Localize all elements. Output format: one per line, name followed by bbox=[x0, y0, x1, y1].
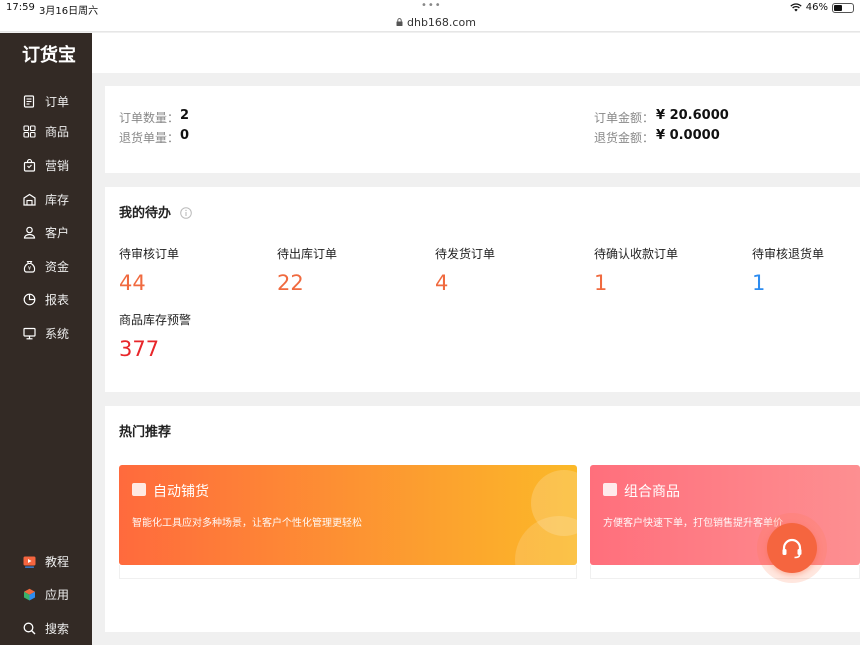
sidebar-item-reports[interactable]: 报表 bbox=[0, 285, 92, 313]
video-icon bbox=[22, 554, 36, 568]
todo-value: 1 bbox=[752, 271, 766, 295]
bag-icon bbox=[22, 158, 36, 172]
promo-desc: 方便客户快速下单，打包销售提升客单价 bbox=[603, 518, 783, 529]
more-dots-icon[interactable]: ••• bbox=[421, 0, 442, 11]
todo-value: 377 bbox=[119, 337, 160, 361]
store-icon bbox=[132, 483, 146, 496]
todo-label: 商品库存预警 bbox=[119, 313, 192, 327]
summary-card: 订单数量： 2 退货单量： 0 订单金额： ¥ 20.6000 退货金额： ¥ … bbox=[105, 86, 860, 173]
sidebar-item-customer[interactable]: 客户 bbox=[0, 218, 92, 246]
order-count-label: 订单数量： bbox=[119, 111, 180, 125]
promo-card-auto-distribution[interactable]: 自动铺货 智能化工具应对多种场景，让客户个性化管理更轻松 bbox=[119, 465, 577, 565]
todo-value: 44 bbox=[119, 271, 146, 295]
todo-label: 待确认收款订单 bbox=[594, 247, 679, 261]
headset-icon bbox=[767, 523, 817, 573]
todo-label: 待审核订单 bbox=[119, 247, 180, 261]
todo-value: 22 bbox=[277, 271, 304, 295]
promo-card-footer bbox=[119, 565, 577, 579]
sidebar-item-label: 搜索 bbox=[45, 621, 70, 636]
sidebar-item-label: 订单 bbox=[45, 94, 70, 109]
battery-icon bbox=[832, 2, 854, 13]
customer-support-button[interactable] bbox=[757, 513, 827, 583]
todo-label: 待出库订单 bbox=[277, 247, 338, 261]
battery-percent: 46% bbox=[805, 2, 828, 13]
sidebar-item-goods[interactable]: 商品 bbox=[0, 117, 92, 145]
sidebar-item-label: 教程 bbox=[45, 554, 70, 569]
order-icon bbox=[22, 94, 36, 108]
sidebar-item-search[interactable]: 搜索 bbox=[0, 614, 92, 642]
sidebar-item-label: 营销 bbox=[45, 158, 70, 173]
todo-label: 待发货订单 bbox=[435, 247, 496, 261]
sidebar-item-label: 商品 bbox=[45, 124, 70, 139]
lock-icon bbox=[396, 18, 403, 26]
status-bar: 17:59 3月16日周六 ••• dhb168.com 46% bbox=[0, 0, 860, 32]
promo-title: 自动铺货 bbox=[153, 484, 209, 500]
sidebar-item-label: 客户 bbox=[45, 225, 70, 240]
info-icon[interactable] bbox=[180, 204, 192, 223]
sidebar-item-label: 报表 bbox=[45, 292, 70, 307]
cube-icon bbox=[22, 587, 36, 601]
pie-chart-icon bbox=[22, 292, 36, 306]
order-amount-label: 订单金额： bbox=[594, 111, 655, 125]
search-icon bbox=[22, 621, 36, 635]
return-amount-value: ¥ 0.0000 bbox=[656, 128, 720, 143]
promo-title: 组合商品 bbox=[624, 484, 680, 500]
status-time: 17:59 bbox=[6, 2, 35, 13]
hot-card: 热门推荐 自动铺货 智能化工具应对多种场景，让客户个性化管理更轻松 组合商品 方… bbox=[105, 406, 860, 632]
warehouse-icon bbox=[22, 192, 36, 206]
bundle-icon bbox=[603, 483, 617, 496]
address-bar[interactable]: dhb168.com bbox=[396, 16, 476, 29]
todo-title: 我的待办 bbox=[119, 206, 172, 221]
sidebar: 订货宝 订单 商品 营销 库存 客户 ¥ 资金 报表 系统 教程 应用 搜索 bbox=[0, 33, 92, 645]
battery-level bbox=[834, 4, 843, 11]
return-count-value: 0 bbox=[180, 128, 190, 143]
return-count-label: 退货单量： bbox=[119, 131, 180, 145]
sidebar-item-marketing[interactable]: 营销 bbox=[0, 151, 92, 179]
promo-desc: 智能化工具应对多种场景，让客户个性化管理更轻松 bbox=[132, 518, 362, 529]
sidebar-item-inventory[interactable]: 库存 bbox=[0, 185, 92, 213]
status-date: 3月16日周六 bbox=[39, 6, 99, 17]
sidebar-item-label: 库存 bbox=[45, 192, 70, 207]
sidebar-item-label: 资金 bbox=[45, 259, 70, 274]
svg-text:¥: ¥ bbox=[27, 266, 30, 272]
return-amount-label: 退货金额： bbox=[594, 131, 655, 145]
app-logo[interactable]: 订货宝 bbox=[22, 41, 76, 67]
sidebar-item-label: 应用 bbox=[45, 587, 70, 602]
url-text: dhb168.com bbox=[407, 16, 476, 29]
sidebar-item-funds[interactable]: ¥ 资金 bbox=[0, 252, 92, 280]
wifi-icon bbox=[790, 3, 802, 12]
todo-label: 待审核退货单 bbox=[752, 247, 825, 261]
todo-card: 我的待办 待审核订单 44 待出库订单 22 待发货订单 4 待确认收款订单 1… bbox=[105, 187, 860, 392]
top-header bbox=[92, 33, 860, 73]
hot-title: 热门推荐 bbox=[119, 425, 172, 440]
status-right: 46% bbox=[790, 2, 854, 13]
money-bag-icon: ¥ bbox=[22, 259, 36, 273]
sidebar-item-order[interactable]: 订单 bbox=[0, 87, 92, 115]
order-amount-value: ¥ 20.6000 bbox=[656, 108, 729, 123]
todo-value: 4 bbox=[435, 271, 449, 295]
monitor-icon bbox=[22, 326, 36, 340]
sidebar-item-apps[interactable]: 应用 bbox=[0, 580, 92, 608]
todo-value: 1 bbox=[594, 271, 608, 295]
sidebar-item-label: 系统 bbox=[45, 326, 70, 341]
sidebar-item-system[interactable]: 系统 bbox=[0, 319, 92, 347]
sidebar-item-tutorial[interactable]: 教程 bbox=[0, 547, 92, 575]
order-count-value: 2 bbox=[180, 108, 190, 123]
grid-icon bbox=[22, 124, 36, 138]
user-icon bbox=[22, 225, 36, 239]
